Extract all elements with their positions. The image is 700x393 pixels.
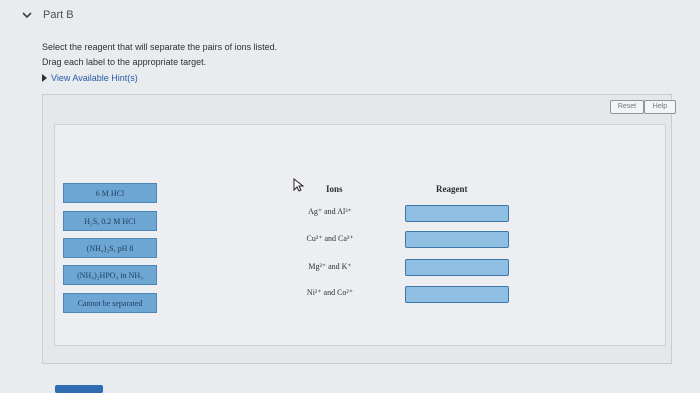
label-tile[interactable]: Cannot be separated xyxy=(63,293,157,313)
ion-pair-label: Ag⁺ and Al³⁺ xyxy=(308,207,352,216)
part-header[interactable]: Part B xyxy=(0,0,700,30)
ion-pair-label: Mg²⁺ and K⁺ xyxy=(308,262,352,271)
reagent-drop-target[interactable] xyxy=(405,231,509,248)
reagent-column-header: Reagent xyxy=(436,184,468,194)
label-tile[interactable]: 6 M HCl xyxy=(63,183,157,203)
cursor-icon xyxy=(293,178,305,192)
label-tile[interactable]: (NH₄)₂HPO₄ in NH₃ xyxy=(63,265,157,285)
view-hints-link[interactable]: View Available Hint(s) xyxy=(42,73,138,83)
ions-column-header: Ions xyxy=(326,184,343,194)
help-button[interactable]: Help xyxy=(644,100,676,114)
reagent-drop-target[interactable] xyxy=(405,259,509,276)
submit-button[interactable] xyxy=(55,385,103,393)
ion-pair-label: Ni²⁺ and Co²⁺ xyxy=(306,288,354,297)
instruction-line-1: Select the reagent that will separate th… xyxy=(42,42,278,52)
chevron-down-icon[interactable] xyxy=(22,10,32,20)
view-hints-label: View Available Hint(s) xyxy=(51,73,138,83)
part-title: Part B xyxy=(43,9,74,21)
triangle-right-icon xyxy=(42,74,47,82)
label-tile[interactable]: H₂S, 0.2 M HCl xyxy=(63,211,157,231)
reset-button[interactable]: Reset xyxy=(610,100,644,114)
ion-pair-label: Cu²⁺ and Ca²⁺ xyxy=(306,234,354,243)
reagent-drop-target[interactable] xyxy=(405,286,509,303)
label-tile[interactable]: (NH₄)₂S, pH 8 xyxy=(63,238,157,258)
instruction-line-2: Drag each label to the appropriate targe… xyxy=(42,57,207,67)
reagent-drop-target[interactable] xyxy=(405,205,509,222)
